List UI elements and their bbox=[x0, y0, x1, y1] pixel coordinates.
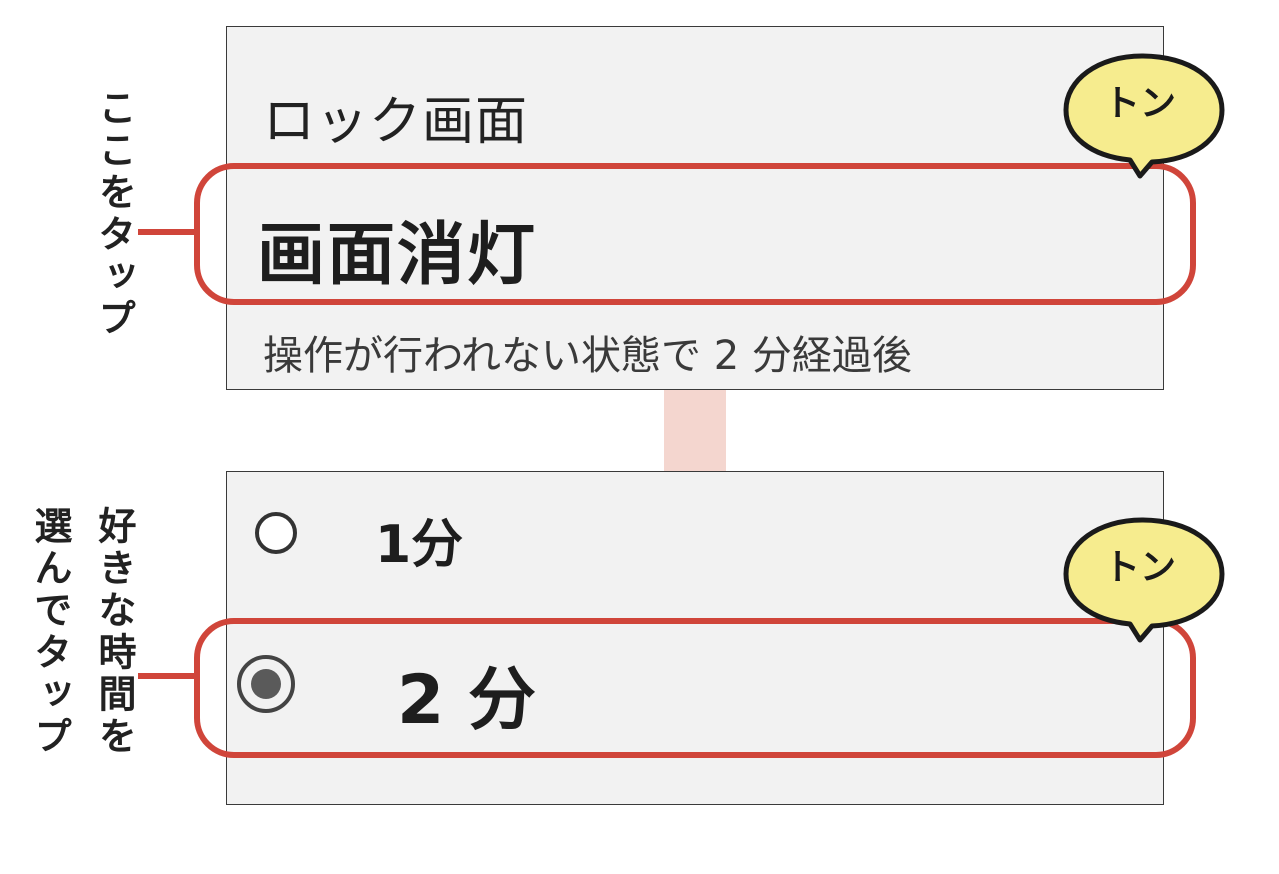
tap-sound-bubble: トン bbox=[1060, 52, 1225, 179]
callout-choose-time-line2: 選んでタップ bbox=[28, 506, 72, 758]
tap-sound-text: トン bbox=[1103, 83, 1176, 124]
highlight-screen-timeout bbox=[194, 163, 1196, 305]
screen-timeout-description: 操作が行われない状態で 2 分経過後 bbox=[263, 333, 912, 379]
callout-leader-line-1 bbox=[138, 229, 196, 235]
callout-tap-here: ここをタップ bbox=[92, 88, 136, 340]
callout-leader-line-2 bbox=[138, 673, 196, 679]
tap-sound-text: トン bbox=[1103, 547, 1176, 588]
option-label-1min[interactable]: 1分 bbox=[375, 502, 463, 577]
radio-option-1min[interactable] bbox=[255, 512, 297, 554]
highlight-option-2min bbox=[194, 618, 1196, 758]
callout-choose-time-line1: 好きな時間を bbox=[92, 506, 136, 758]
step-connector bbox=[664, 390, 726, 471]
tap-sound-bubble: トン bbox=[1060, 516, 1225, 643]
section-title-lock-screen: ロック画面 bbox=[263, 92, 529, 152]
